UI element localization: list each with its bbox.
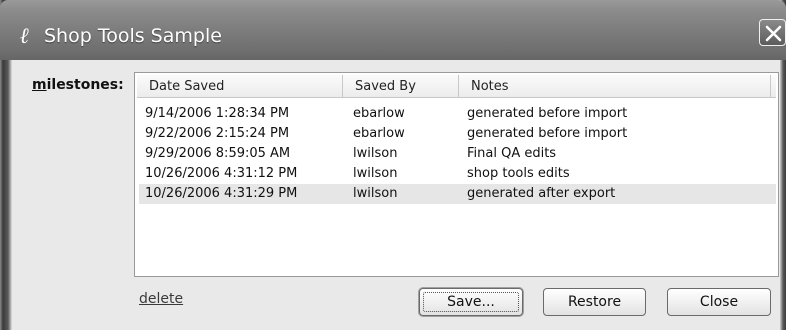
cell-saved-by: ebarlow [353, 106, 405, 121]
cell-date-saved: 9/29/2006 8:59:05 AM [145, 146, 291, 161]
milestones-label: milestones: [32, 77, 124, 93]
table-row[interactable]: 10/26/2006 4:31:12 PM lwilson shop tools… [139, 164, 776, 184]
cell-date-saved: 9/14/2006 1:28:34 PM [145, 106, 290, 121]
table-row[interactable]: 9/22/2006 2:15:24 PM ebarlow generated b… [139, 124, 776, 144]
dialog-window: ℓ Shop Tools Sample milestones: Date Sav… [0, 0, 786, 330]
cell-notes: generated before import [467, 126, 628, 141]
milestones-label-accelerator: m [32, 77, 47, 93]
delete-link[interactable]: delete [139, 291, 183, 307]
cell-notes: generated after export [467, 186, 616, 201]
column-header-date-saved[interactable]: Date Saved [137, 75, 343, 98]
milestones-list[interactable]: Date Saved Saved By Notes 9/14/2006 1:28… [134, 72, 779, 277]
column-header-saved-by[interactable]: Saved By [343, 75, 459, 98]
save-button[interactable]: Save... [419, 288, 523, 316]
table-row[interactable]: 9/14/2006 1:28:34 PM ebarlow generated b… [139, 104, 776, 124]
focus-ring [423, 292, 519, 312]
window-close-button[interactable] [759, 19, 786, 46]
cell-notes: shop tools edits [467, 166, 570, 181]
list-rows: 9/14/2006 1:28:34 PM ebarlow generated b… [139, 104, 776, 204]
cell-date-saved: 10/26/2006 4:31:12 PM [145, 166, 298, 181]
cell-saved-by: lwilson [353, 146, 398, 161]
app-logo-icon: ℓ [20, 23, 30, 49]
table-row[interactable]: 9/29/2006 8:59:05 AM lwilson Final QA ed… [139, 144, 776, 164]
close-button[interactable]: Close [667, 288, 771, 316]
table-row-selected[interactable]: 10/26/2006 4:31:29 PM lwilson generated … [139, 184, 776, 204]
cell-date-saved: 10/26/2006 4:31:29 PM [145, 186, 298, 201]
cell-notes: Final QA edits [467, 146, 557, 161]
list-header: Date Saved Saved By Notes [137, 75, 776, 98]
milestones-label-text: ilestones: [46, 77, 124, 93]
cell-saved-by: lwilson [353, 186, 398, 201]
cell-notes: generated before import [467, 106, 628, 121]
cell-date-saved: 9/22/2006 2:15:24 PM [145, 126, 290, 141]
column-header-notes[interactable]: Notes [459, 75, 776, 98]
window-title: Shop Tools Sample [44, 25, 222, 47]
title-bar[interactable]: ℓ Shop Tools Sample [0, 0, 786, 60]
cell-saved-by: ebarlow [353, 126, 405, 141]
restore-button[interactable]: Restore [543, 288, 646, 316]
column-header-filler [770, 75, 776, 98]
cell-saved-by: lwilson [353, 166, 398, 181]
close-icon [765, 25, 782, 42]
